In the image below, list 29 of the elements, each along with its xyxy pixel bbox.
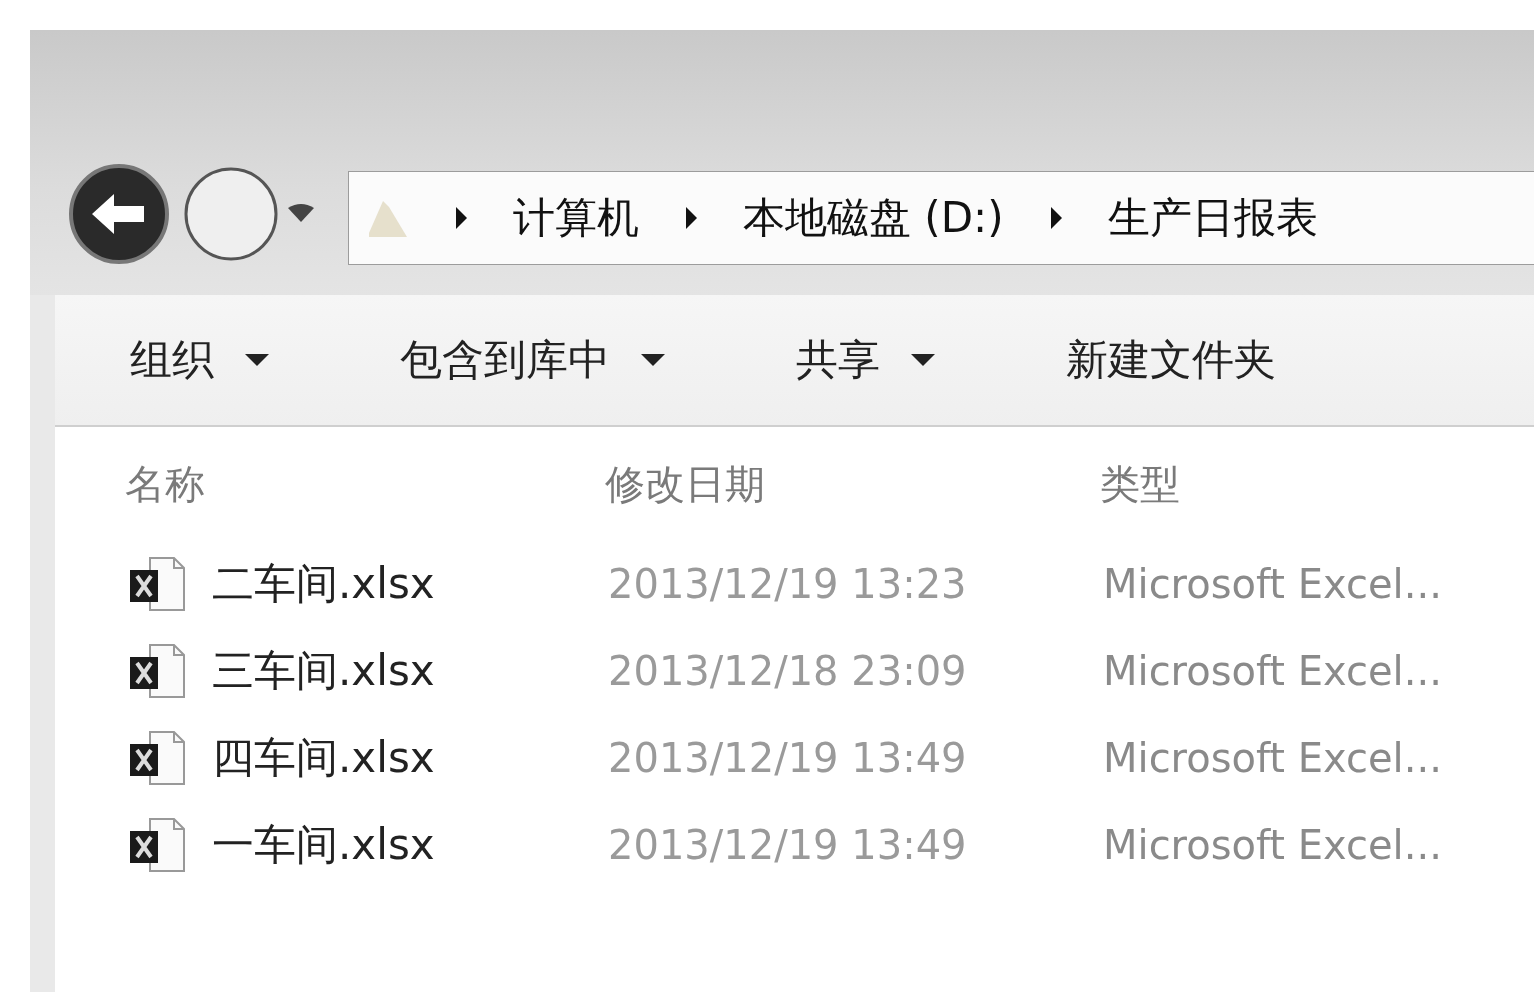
toolbar-button[interactable]: 共享	[796, 332, 936, 388]
dropdown-caret-icon	[640, 353, 666, 367]
file-name[interactable]: 一车间.xlsx	[212, 816, 435, 873]
breadcrumb-arrow-icon[interactable]	[683, 205, 699, 231]
modified-date: 2013/12/19 13:49	[608, 734, 968, 781]
file-name[interactable]: 二车间.xlsx	[212, 555, 435, 612]
modified-date: 2013/12/19 13:49	[608, 821, 968, 868]
file-type: Microsoft Excel...	[1103, 647, 1443, 694]
toolbar-button[interactable]: 新建文件夹	[1066, 332, 1276, 388]
back-button[interactable]	[68, 163, 170, 265]
column-header[interactable]: 名称	[125, 457, 605, 517]
breadcrumb-item[interactable]: 计算机	[513, 190, 639, 246]
modified-date: 2013/12/19 13:23	[608, 560, 968, 607]
file-name[interactable]: 三车间.xlsx	[212, 642, 435, 699]
file-name[interactable]: 四车间.xlsx	[212, 729, 435, 786]
forward-button[interactable]	[182, 165, 280, 263]
file-type: Microsoft Excel...	[1103, 734, 1443, 781]
column-header[interactable]: 类型	[1100, 457, 1534, 517]
breadcrumb-arrow-icon[interactable]	[453, 205, 469, 231]
file-type: Microsoft Excel...	[1103, 821, 1443, 868]
dropdown-caret-icon	[910, 353, 936, 367]
breadcrumb-item[interactable]: 生产日报表	[1107, 190, 1318, 246]
column-header[interactable]: 修改日期	[605, 457, 1100, 517]
dropdown-caret-icon	[244, 353, 270, 367]
breadcrumb-item[interactable]: 本地磁盘 (D:)	[743, 190, 1004, 246]
file-type: Microsoft Excel...	[1103, 560, 1443, 607]
modified-date: 2013/12/18 23:09	[608, 647, 968, 694]
toolbar-button[interactable]: 组织	[130, 332, 270, 388]
toolbar-button[interactable]: 包含到库中	[400, 332, 666, 388]
